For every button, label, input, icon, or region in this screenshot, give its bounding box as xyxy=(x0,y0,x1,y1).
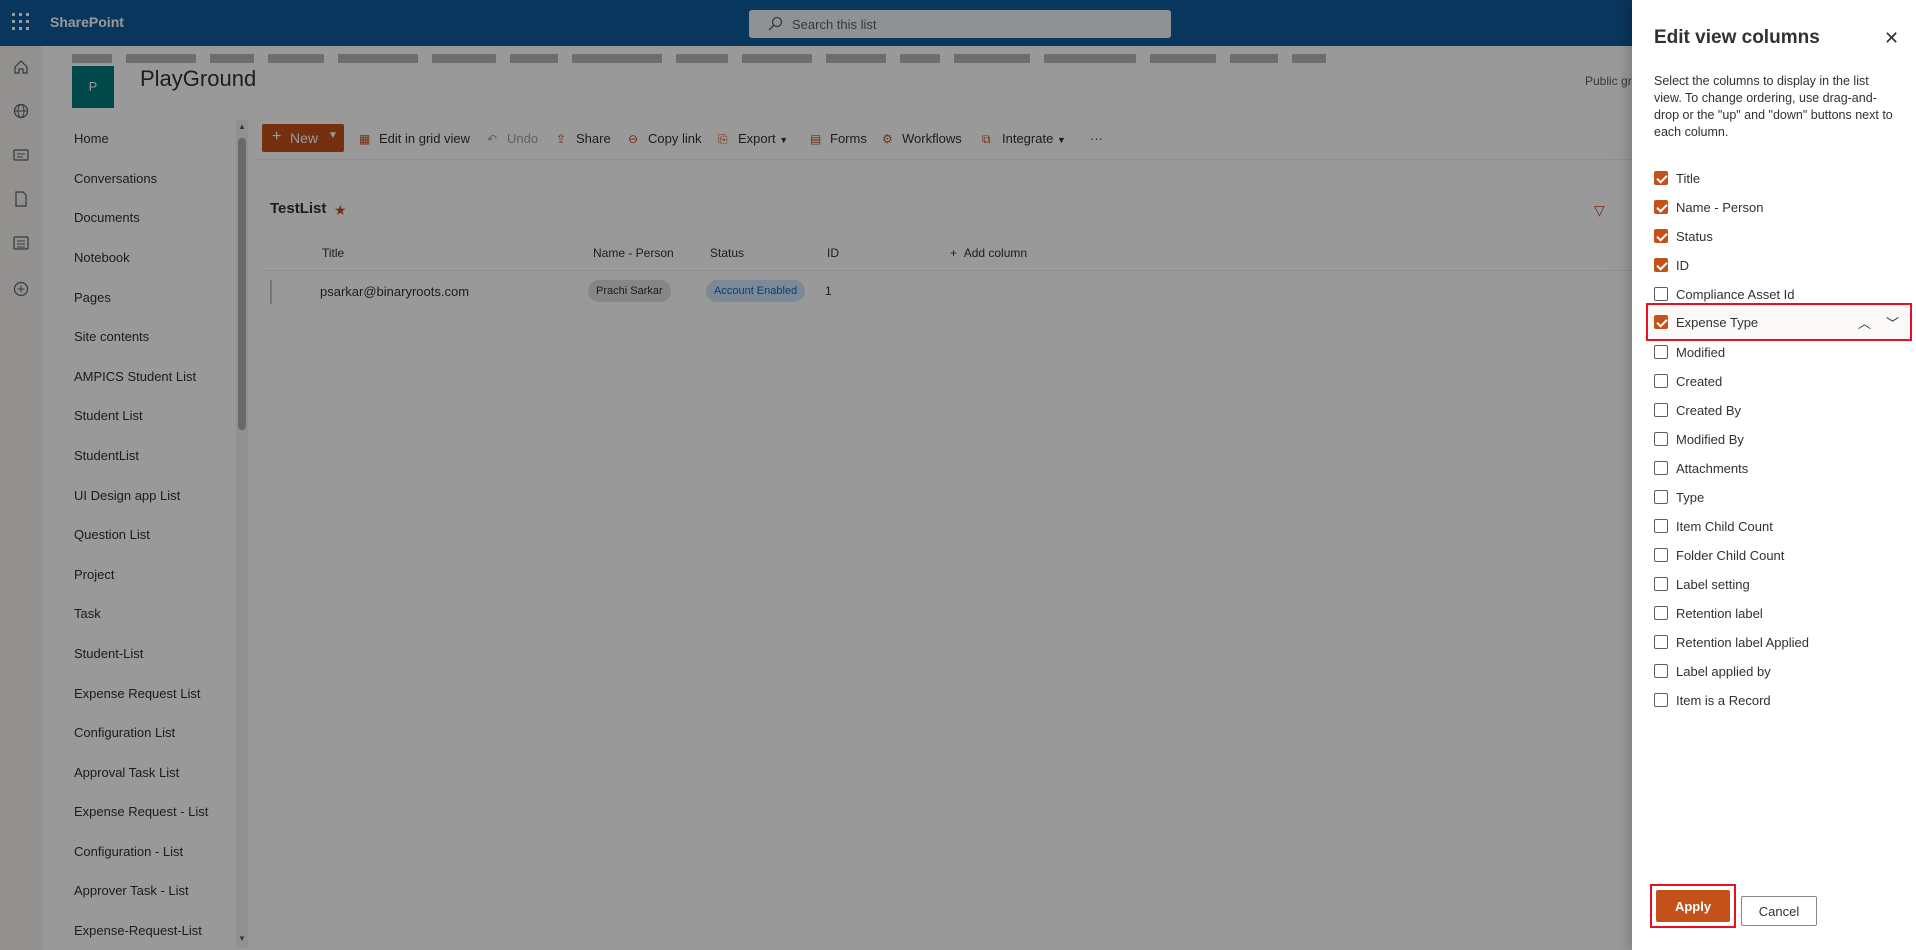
column-option-label: Label setting xyxy=(1676,577,1750,592)
cancel-button[interactable]: Cancel xyxy=(1741,896,1817,926)
column-option-label: Folder Child Count xyxy=(1676,548,1785,563)
checkbox[interactable] xyxy=(1654,635,1668,649)
column-option-retention-label-applied[interactable]: Retention label Applied xyxy=(1654,630,1898,654)
column-option-label: Retention label Applied xyxy=(1676,635,1809,650)
checkbox[interactable] xyxy=(1654,548,1668,562)
checkbox[interactable] xyxy=(1654,287,1668,301)
checkbox[interactable] xyxy=(1654,171,1668,185)
column-option-folder-child-count[interactable]: Folder Child Count xyxy=(1654,543,1898,567)
column-option-created[interactable]: Created xyxy=(1654,369,1898,393)
close-icon[interactable]: ✕ xyxy=(1884,28,1899,49)
checkbox[interactable] xyxy=(1654,490,1668,504)
edit-view-columns-panel: Edit view columns ✕ Select the columns t… xyxy=(1632,0,1916,950)
column-option-label: Status xyxy=(1676,229,1713,244)
column-option-label: Created xyxy=(1676,374,1723,389)
checkbox[interactable] xyxy=(1654,432,1668,446)
column-option-label: Modified By xyxy=(1676,432,1744,447)
column-option-status[interactable]: Status xyxy=(1654,224,1898,248)
column-option-id[interactable]: ID xyxy=(1654,253,1898,277)
column-option-type[interactable]: Type xyxy=(1654,485,1898,509)
column-option-expense-type[interactable]: Expense Type ︿ ﹀ xyxy=(1646,303,1912,341)
column-option-label: Title xyxy=(1676,171,1701,186)
apply-highlight: Apply xyxy=(1650,884,1736,928)
column-option-label: ID xyxy=(1676,258,1689,273)
column-option-label-setting[interactable]: Label setting xyxy=(1654,572,1898,596)
column-option-label: Type xyxy=(1676,490,1705,505)
column-option-label: Modified xyxy=(1676,345,1726,360)
column-option-name-person[interactable]: Name - Person xyxy=(1654,195,1898,219)
checkbox[interactable] xyxy=(1654,577,1668,591)
checkbox[interactable] xyxy=(1654,403,1668,417)
checkbox[interactable] xyxy=(1654,374,1668,388)
column-option-label: Name - Person xyxy=(1676,200,1764,215)
checkbox[interactable] xyxy=(1654,200,1668,214)
column-option-label: Created By xyxy=(1676,403,1742,418)
checkbox[interactable] xyxy=(1654,461,1668,475)
column-option-title[interactable]: Title xyxy=(1654,166,1898,190)
panel-description: Select the columns to display in the lis… xyxy=(1654,74,1893,139)
column-option-label: Expense Type xyxy=(1676,315,1759,330)
column-option-item-is-a-record[interactable]: Item is a Record xyxy=(1654,688,1898,712)
checkbox[interactable] xyxy=(1654,345,1668,359)
column-option-label: Attachments xyxy=(1676,461,1749,476)
move-down-icon[interactable]: ﹀ xyxy=(1886,313,1899,332)
column-option-modified-by[interactable]: Modified By xyxy=(1654,427,1898,451)
column-option-label: Retention label xyxy=(1676,606,1763,621)
checkbox[interactable] xyxy=(1654,693,1668,707)
checkbox[interactable] xyxy=(1654,229,1668,243)
column-option-modified[interactable]: Modified xyxy=(1654,340,1898,364)
column-option-label-applied-by[interactable]: Label applied by xyxy=(1654,659,1898,683)
modal-overlay[interactable] xyxy=(0,0,1632,950)
column-option-created-by[interactable]: Created By xyxy=(1654,398,1898,422)
column-option-attachments[interactable]: Attachments xyxy=(1654,456,1898,480)
column-option-label: Item is a Record xyxy=(1676,693,1771,708)
move-up-icon[interactable]: ︿ xyxy=(1858,313,1871,332)
column-option-label: Item Child Count xyxy=(1676,519,1773,534)
checkbox[interactable] xyxy=(1654,606,1668,620)
checkbox[interactable] xyxy=(1654,258,1668,272)
column-option-item-child-count[interactable]: Item Child Count xyxy=(1654,514,1898,538)
column-option-retention-label[interactable]: Retention label xyxy=(1654,601,1898,625)
panel-title: Edit view columns xyxy=(1654,27,1820,48)
checkbox[interactable] xyxy=(1654,315,1668,329)
checkbox[interactable] xyxy=(1654,664,1668,678)
apply-button[interactable]: Apply xyxy=(1656,890,1730,922)
column-option-label: Compliance Asset Id xyxy=(1676,287,1795,302)
checkbox[interactable] xyxy=(1654,519,1668,533)
column-option-label: Label applied by xyxy=(1676,664,1771,679)
